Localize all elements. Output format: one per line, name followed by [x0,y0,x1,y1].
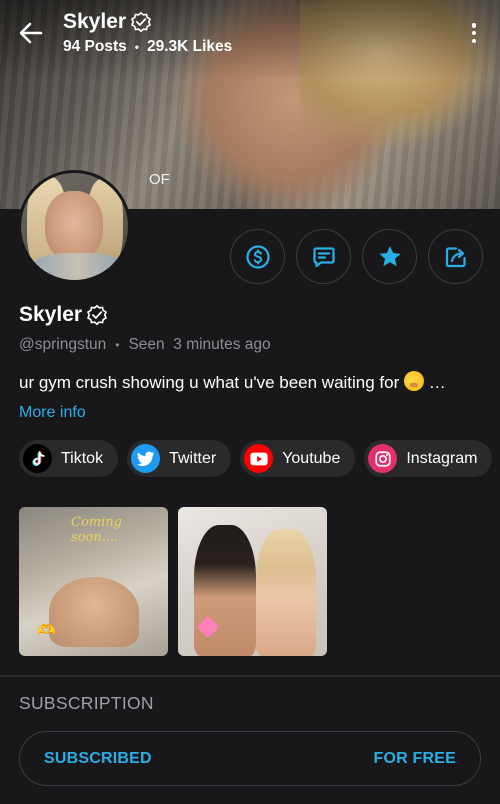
tiktok-icon [23,444,52,473]
section-divider [0,675,500,677]
last-seen: Seen 3 minutes ago [128,336,271,353]
stats-separator: • [134,40,139,54]
header-name: Skyler [63,10,127,33]
share-icon [445,246,466,267]
twitter-icon [131,444,161,473]
avatar-image [21,173,128,280]
instagram-icon [368,444,398,473]
tip-button[interactable] [230,229,285,284]
thumbnail-figure [49,577,139,647]
meta-separator: • [115,338,120,352]
profile-meta: @springstun • Seen 3 minutes ago [19,336,271,354]
share-button[interactable] [428,229,483,284]
social-label-instagram: Instagram [406,449,478,467]
profile-handle: @springstun [19,336,107,353]
message-icon [312,246,335,267]
thumbnail-figure [256,529,316,656]
posts-count: 94 Posts [63,38,127,55]
avatar-face [45,191,103,261]
profile-name: Skyler [19,303,83,326]
more-dot-icon [471,23,477,28]
dollar-icon [245,244,270,269]
media-thumbnail[interactable] [178,507,327,656]
more-info-link[interactable]: More info [19,404,86,422]
avatar-top [33,253,123,280]
profile-bio: ur gym crush showing u what u've been wa… [19,371,446,393]
cover-label: OF [149,171,170,188]
verified-icon [87,304,108,326]
favorite-button[interactable] [362,229,417,284]
youtube-icon [244,444,274,473]
social-chip-tiktok[interactable]: Tiktok [19,440,119,477]
social-chip-twitter[interactable]: Twitter [127,440,232,477]
bio-text: ur gym crush showing u what u've been wa… [19,373,400,392]
media-thumbnail[interactable]: Coming soon.... 🫶 [19,507,168,656]
subscription-price: FOR FREE [373,749,456,767]
more-dot-icon [471,30,477,36]
header-title: Skyler [63,10,152,34]
back-button[interactable] [14,18,48,48]
media-grid: Coming soon.... 🫶 [19,507,327,656]
subscription-status: SUBSCRIBED [44,749,152,767]
arrow-left-icon [19,22,43,44]
verified-icon [131,11,152,33]
social-label-youtube: Youtube [282,449,341,467]
message-button[interactable] [296,229,351,284]
more-dot-icon [471,38,477,43]
social-chip-youtube[interactable]: Youtube [240,440,356,477]
bio-ellipsis: … [428,373,446,392]
social-label-tiktok: Tiktok [61,449,104,467]
social-chip-instagram[interactable]: Instagram [364,440,493,477]
more-options-button[interactable] [462,20,486,46]
social-links: Tiktok Twitter Youtube Instagram [19,440,493,477]
likes-count: 29.3K Likes [146,38,233,55]
profile-actions [230,229,483,284]
subscription-heading: SUBSCRIPTION [19,693,154,713]
profile-name-row: Skyler [19,303,108,327]
star-icon [378,245,401,266]
avatar[interactable] [18,170,131,283]
subscription-button[interactable]: SUBSCRIBED FOR FREE [19,731,481,786]
hand-over-mouth-emoji-icon [404,371,425,391]
thumbnail-figure [194,525,256,656]
thumbnail-overlay-text: Coming soon.... [71,515,122,545]
social-label-twitter: Twitter [169,449,217,467]
heart-hands-sticker: 🫶 [37,622,56,639]
header-stats: 94 Posts • 29.3K Likes [63,38,232,56]
